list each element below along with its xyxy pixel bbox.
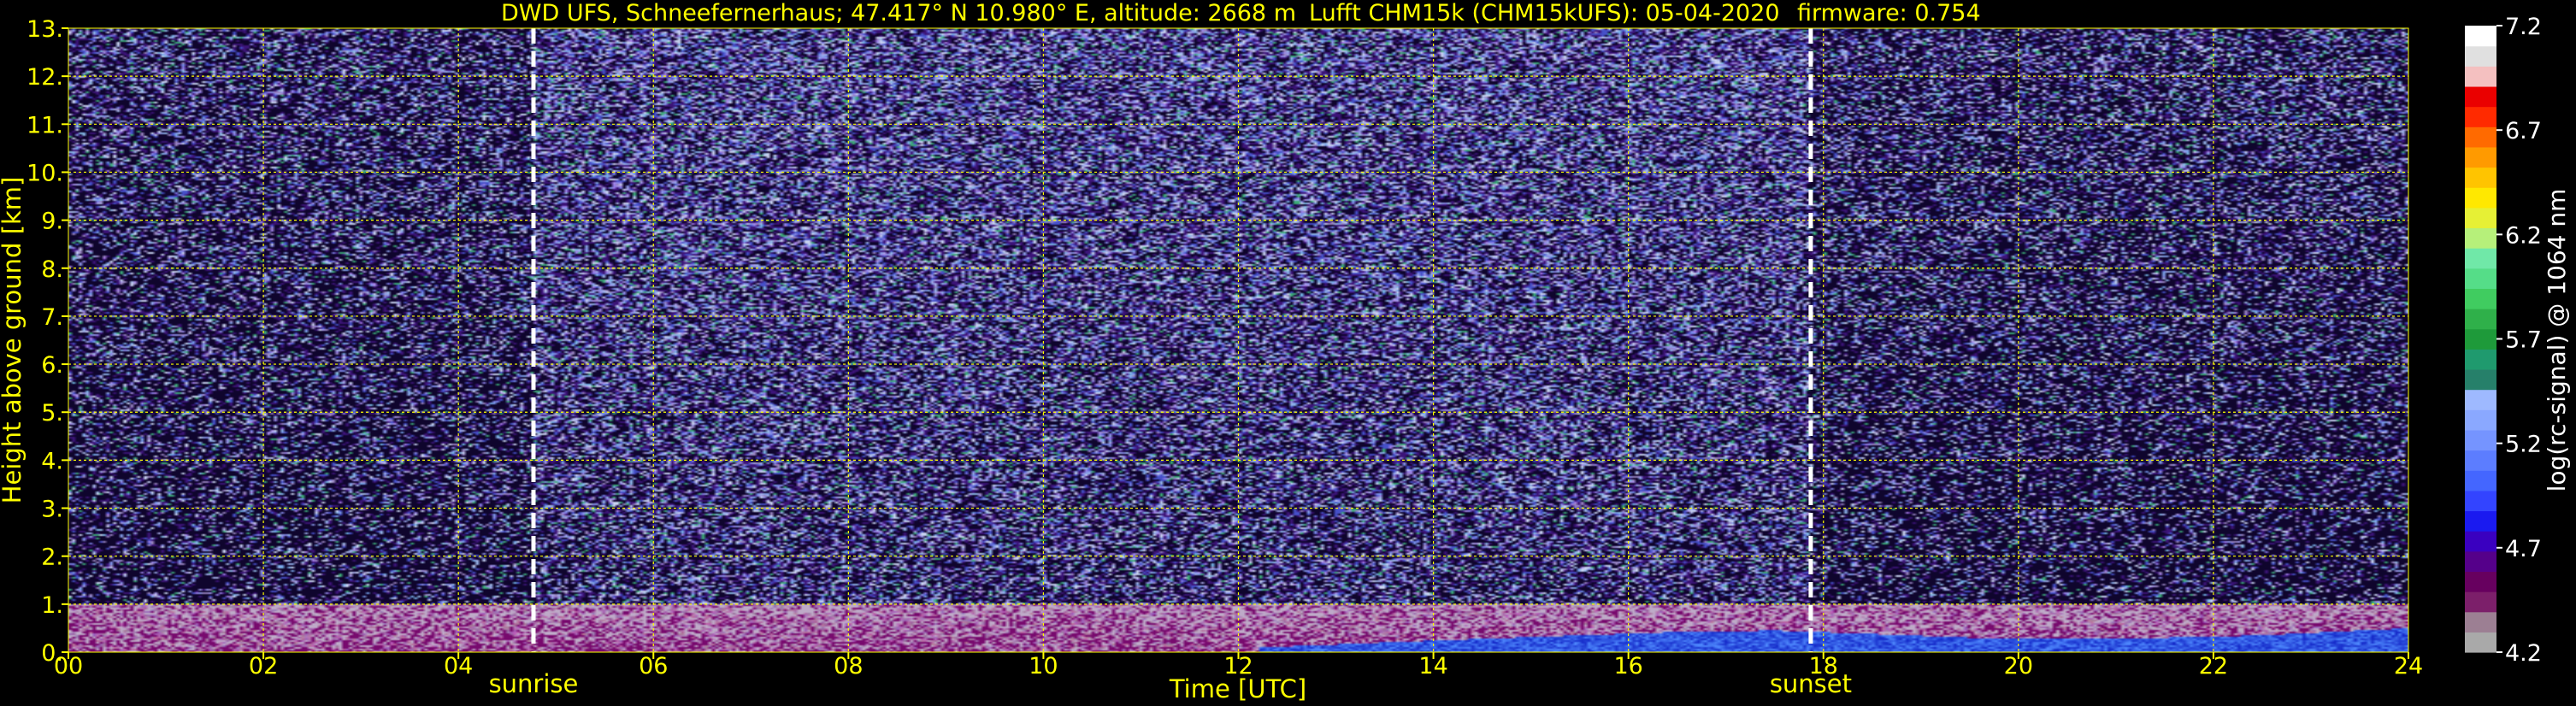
colorbar-segment <box>2465 571 2496 592</box>
y-tick-label: 6. <box>41 352 63 379</box>
colorbar-segment <box>2465 207 2496 229</box>
colorbar-tick-label: 5.7 <box>2505 327 2542 354</box>
colorbar-segment <box>2465 429 2496 451</box>
x-tick-label: 14 <box>1418 653 1447 680</box>
x-tick-label: 00 <box>54 653 83 680</box>
chart-title: DWD UFS, Schneefernerhaus; 47.417° N 10.… <box>501 0 1981 26</box>
colorbar-tick-label: 4.2 <box>2505 640 2542 667</box>
y-tick-label: 12. <box>27 64 63 91</box>
colorbar-segment <box>2465 328 2496 350</box>
colorbar-segment <box>2465 106 2496 127</box>
x-tick-label: 08 <box>834 653 863 680</box>
title-site: DWD UFS, Schneefernerhaus; 47.417° N 10.… <box>501 0 1296 26</box>
colorbar-segment <box>2465 288 2496 309</box>
x-tick-label: 20 <box>2004 653 2033 680</box>
colorbar-segment <box>2465 167 2496 188</box>
x-tick-label: 02 <box>249 653 278 680</box>
colorbar-segment <box>2465 85 2496 108</box>
colorbar-segment <box>2465 550 2496 573</box>
y-tick-label: 8. <box>41 256 63 283</box>
colorbar-segment <box>2465 490 2496 512</box>
colorbar-segment <box>2465 45 2496 67</box>
y-axis-ticks: 0.1.2.3.4.5.6.7.8.9.10.11.12.13. <box>27 16 68 667</box>
colorbar-segment <box>2465 146 2496 168</box>
y-tick-label: 9. <box>41 209 63 235</box>
colorbar-ticks: 4.2 4.7 5.2 5.7 6.2 6.7 7.2 <box>2496 14 2542 667</box>
colorbar-segment <box>2465 368 2496 391</box>
x-tick-label: 18 <box>1809 653 1838 680</box>
y-tick-label: 7. <box>41 304 63 331</box>
marker-label-sunrise: sunrise <box>489 669 579 698</box>
colorbar-segment <box>2465 187 2496 209</box>
y-tick-label: 5. <box>41 400 63 427</box>
colorbar-tick-label: 5.2 <box>2505 432 2542 458</box>
colorbar-segment <box>2465 126 2496 148</box>
x-axis-label: Time [UTC] <box>1169 674 1306 703</box>
colorbar-segment <box>2465 26 2496 47</box>
colorbar-segment <box>2465 66 2496 87</box>
y-tick-label: 13. <box>27 16 63 43</box>
colorbar-segment <box>2465 632 2496 653</box>
colorbar-segment <box>2465 450 2496 471</box>
colorbar-segment <box>2465 268 2496 289</box>
x-tick-label: 10 <box>1029 653 1058 680</box>
colorbar-segment <box>2465 531 2496 552</box>
y-tick-label: 11. <box>27 112 63 138</box>
y-tick-label: 10. <box>27 160 63 186</box>
x-tick-label: 24 <box>2394 653 2423 680</box>
y-tick-label: 1. <box>41 592 63 619</box>
colorbar-segment <box>2465 389 2496 410</box>
title-instrument: Lufft CHM15k (CHM15kUFS): 05-04-2020 <box>1309 0 1780 26</box>
colorbar-segment <box>2465 349 2496 370</box>
colorbar-segment <box>2465 470 2496 491</box>
x-tick-label: 04 <box>444 653 473 680</box>
colorbar-segment <box>2465 227 2496 249</box>
lidar-chart: DWD UFS, Schneefernerhaus; 47.417° N 10.… <box>0 0 2571 703</box>
colorbar-label: log(rc-signal) @ 1064 nm <box>2543 189 2571 492</box>
colorbar-segment <box>2465 309 2496 330</box>
y-tick-label: 3. <box>41 497 63 523</box>
y-tick-label: 4. <box>41 448 63 474</box>
colorbar-segment <box>2465 591 2496 613</box>
colorbar-tick-label: 6.7 <box>2505 118 2542 144</box>
colorbar-segment <box>2465 409 2496 431</box>
colorbar-tick-label: 6.2 <box>2505 222 2542 249</box>
y-tick-label: 2. <box>41 544 63 571</box>
colorbar-tick-label: 7.2 <box>2505 14 2542 40</box>
x-tick-label: 22 <box>2199 653 2228 680</box>
x-tick-label: 16 <box>1613 653 1642 680</box>
colorbar-segment <box>2465 510 2496 532</box>
colorbar-segment <box>2465 248 2496 269</box>
y-axis-label: Height above ground [km] <box>0 177 27 504</box>
colorbar-tick-label: 4.7 <box>2505 536 2542 562</box>
x-tick-label: 06 <box>639 653 668 680</box>
title-firmware: firmware: 0.754 <box>1797 0 1981 26</box>
colorbar <box>2465 26 2496 653</box>
colorbar-segment <box>2465 611 2496 632</box>
